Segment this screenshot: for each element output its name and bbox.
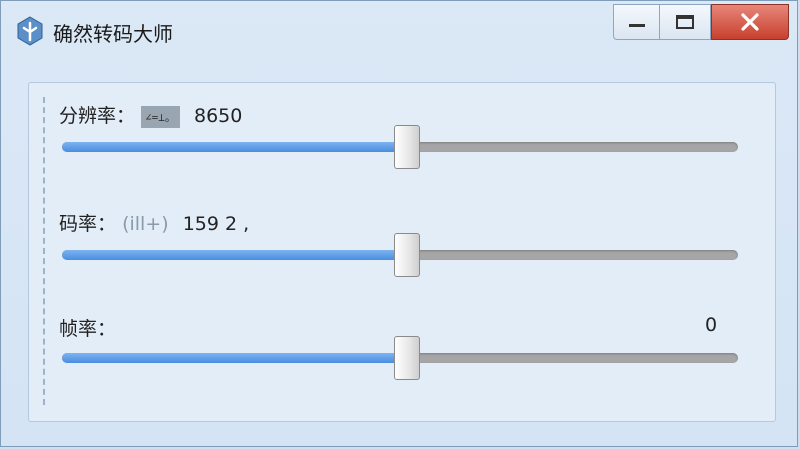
resolution-chip: ∠=⊥。: [141, 105, 180, 128]
resolution-slider-thumb[interactable]: [394, 125, 420, 169]
resolution-slider-track[interactable]: [62, 125, 738, 169]
resolution-label: 分辨率：: [59, 105, 136, 127]
bitrate-slider-thumb[interactable]: [394, 233, 420, 277]
bitrate-value: 159 2 ,: [182, 213, 250, 235]
bitrate-unit: (ill+): [122, 213, 169, 235]
resolution-value: 8650: [193, 105, 243, 127]
framerate-value: 0: [705, 314, 718, 336]
resolution-label-row: 分辨率： ∠=⊥。 8650: [59, 101, 242, 128]
framerate-slider-fill: [62, 353, 407, 363]
framerate-slider-thumb[interactable]: [394, 336, 420, 380]
bitrate-slider-fill: [62, 250, 407, 260]
framerate-label-row: 帧率：: [59, 314, 116, 341]
title-bar[interactable]: 确然转码大师: [1, 1, 797, 65]
app-logo-icon: [17, 16, 43, 46]
restore-icon: [676, 15, 694, 29]
close-button[interactable]: [711, 4, 789, 40]
bitrate-slider-track[interactable]: [62, 233, 738, 277]
panel-divider: [43, 97, 45, 405]
window-title: 确然转码大师: [53, 22, 173, 46]
bitrate-label: 码率：: [59, 213, 117, 235]
resolution-slider-fill: [62, 142, 407, 152]
app-window: 确然转码大师 分辨率： ∠=⊥。 8650 码率： (ill+) 159 2 ,…: [0, 0, 798, 447]
framerate-label: 帧率：: [59, 318, 117, 340]
minimize-icon: [628, 24, 645, 27]
bitrate-label-row: 码率： (ill+) 159 2 ,: [59, 209, 249, 236]
close-icon: [741, 13, 759, 31]
framerate-slider-track[interactable]: [62, 336, 738, 380]
minimize-button[interactable]: [613, 4, 659, 40]
settings-panel: 分辨率： ∠=⊥。 8650 码率： (ill+) 159 2 , 帧率： 0: [28, 82, 776, 422]
maximize-button[interactable]: [659, 4, 711, 40]
